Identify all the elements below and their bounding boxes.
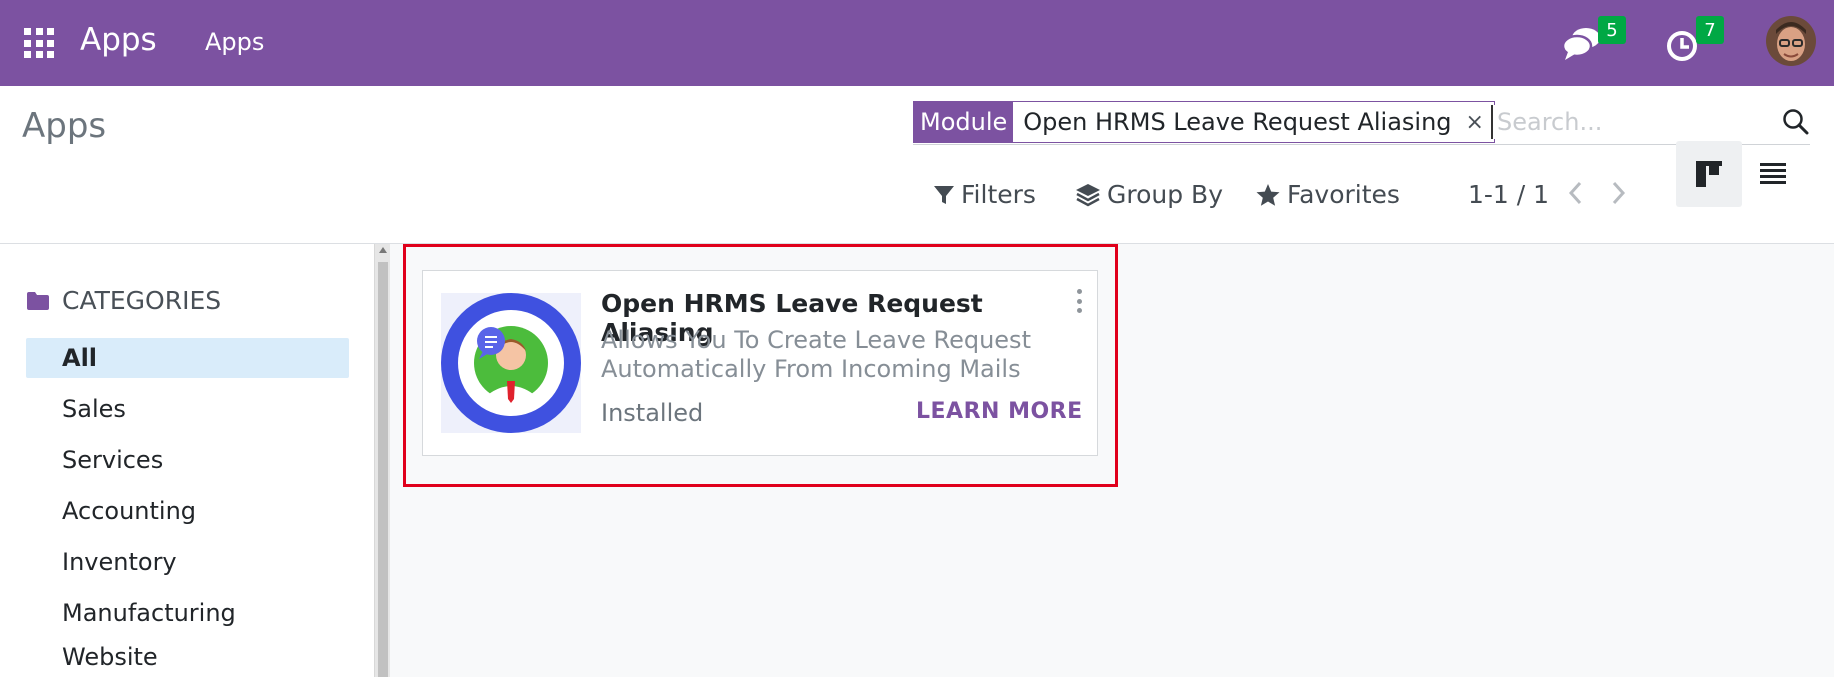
app-summary: Allows You To Create Leave Request Autom… <box>601 326 1031 383</box>
scrollbar-thumb[interactable] <box>378 262 388 677</box>
navbar-menu-apps[interactable]: Apps <box>205 28 264 56</box>
facet-value: Open HRMS Leave Request Aliasing × <box>1013 102 1494 142</box>
search-icon[interactable] <box>1781 107 1811 137</box>
star-icon <box>1256 183 1280 206</box>
app-status: Installed <box>601 399 704 427</box>
categories-heading: CATEGORIES <box>26 286 221 315</box>
facet-label: Module <box>914 102 1014 142</box>
favorites-button[interactable]: Favorites <box>1255 180 1400 209</box>
app-logo <box>441 293 581 433</box>
filter-icon <box>934 185 954 204</box>
apps-grid-icon[interactable] <box>24 28 54 58</box>
categories-heading-label: CATEGORIES <box>62 286 222 315</box>
filters-button[interactable]: Filters <box>933 180 1036 209</box>
list-view-icon <box>1760 163 1786 184</box>
pager-value[interactable]: 1-1 / 1 <box>1468 180 1549 209</box>
search-bar: Module Open HRMS Leave Request Aliasing … <box>913 101 1810 145</box>
top-navbar: Apps Apps 5 7 <box>0 0 1834 86</box>
category-sales[interactable]: Sales <box>26 389 349 429</box>
facet-value-text: Open HRMS Leave Request Aliasing <box>1023 108 1452 136</box>
list-view-button[interactable] <box>1740 141 1806 207</box>
category-all[interactable]: All <box>26 338 349 378</box>
category-services[interactable]: Services <box>26 440 349 480</box>
page-title: Apps <box>22 106 107 146</box>
kebab-menu-icon[interactable] <box>1075 289 1083 313</box>
facet-remove-button[interactable]: × <box>1466 110 1484 135</box>
group-by-button[interactable]: Group By <box>1075 180 1223 209</box>
category-website[interactable]: Website <box>26 637 349 677</box>
category-manufacturing[interactable]: Manufacturing <box>26 593 349 633</box>
learn-more-button[interactable]: LEARN MORE <box>916 399 1083 424</box>
category-sidebar: CATEGORIES All Sales Services Accounting… <box>0 244 374 677</box>
user-avatar[interactable] <box>1766 16 1816 66</box>
app-card[interactable]: Open HRMS Leave Request Aliasing Allows … <box>422 270 1098 456</box>
chevron-left-icon[interactable] <box>1566 180 1584 213</box>
scroll-up-arrow-icon[interactable] <box>379 247 387 253</box>
filters-label: Filters <box>961 180 1036 209</box>
kanban-view-icon <box>1696 161 1722 187</box>
category-inventory[interactable]: Inventory <box>26 542 349 582</box>
activities-badge: 7 <box>1696 16 1724 44</box>
navbar-brand[interactable]: Apps <box>80 22 157 58</box>
category-accounting[interactable]: Accounting <box>26 491 349 531</box>
group-by-label: Group By <box>1107 180 1224 209</box>
chevron-right-icon[interactable] <box>1610 180 1628 213</box>
control-panel: Apps Module Open HRMS Leave Request Alia… <box>0 86 1834 244</box>
favorites-label: Favorites <box>1287 180 1400 209</box>
messages-badge: 5 <box>1598 16 1626 44</box>
kanban-view-button[interactable] <box>1676 141 1742 207</box>
sidebar-scrollbar[interactable] <box>374 244 390 677</box>
folder-icon <box>27 291 49 310</box>
search-input[interactable] <box>1491 105 1761 139</box>
layers-icon <box>1076 183 1100 206</box>
search-facet: Module Open HRMS Leave Request Aliasing … <box>913 101 1495 143</box>
